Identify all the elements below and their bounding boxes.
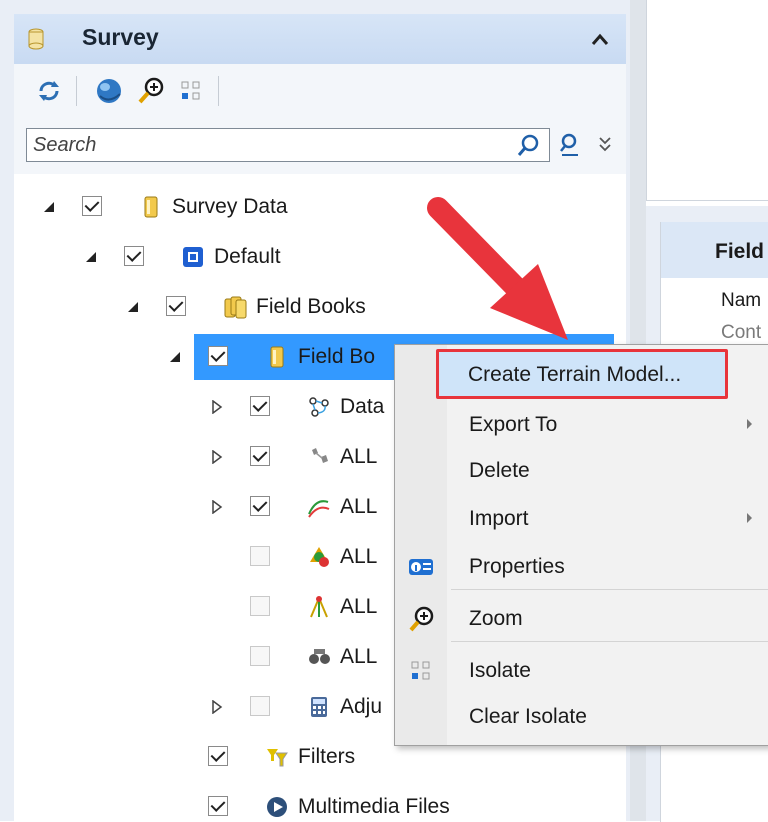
menu-item-label: Clear Isolate (469, 705, 587, 728)
expanded-triangle-icon[interactable] (42, 200, 56, 214)
tree-node-checkbox[interactable] (250, 396, 270, 416)
collapsed-triangle-icon[interactable] (210, 450, 224, 464)
tree-node-checkbox[interactable] (250, 646, 270, 666)
expanded-triangle-icon[interactable] (126, 300, 140, 314)
context-menu: Create Terrain Model... Export To Delete Im… (394, 344, 768, 746)
tree-node-label: Field Books (256, 295, 366, 318)
globe-icon[interactable] (92, 74, 126, 108)
refresh-icon[interactable] (32, 74, 66, 108)
submenu-arrow-icon (747, 513, 752, 523)
filters-icon (267, 749, 288, 767)
double-chevron-down-icon[interactable] (596, 134, 614, 154)
submenu-arrow-icon (747, 419, 752, 429)
menu-item[interactable]: Zoom (397, 597, 768, 641)
tree-node[interactable]: Multimedia Files (14, 784, 626, 821)
search-options-icon[interactable] (556, 132, 582, 158)
tree-node-checkbox[interactable] (250, 446, 270, 466)
linear-features-icon (308, 500, 330, 518)
zoom-icon (409, 606, 434, 632)
tree-node-label: ALL (340, 545, 378, 568)
search-row (14, 120, 626, 174)
menu-item-label: Import (469, 507, 529, 530)
menu-item-label: Properties (469, 555, 565, 578)
tree-node-label: Filters (298, 745, 356, 768)
menu-item[interactable]: Isolate (397, 649, 768, 693)
tree-node-checkbox[interactable] (124, 246, 144, 266)
toolbar-separator (76, 76, 77, 106)
annotation-arrow (427, 197, 568, 340)
toolbar (14, 64, 626, 121)
tree-node-label: ALL (340, 495, 378, 518)
tree-node-label: Data (340, 395, 385, 418)
control-icon (310, 547, 329, 567)
collapse-panel-icon[interactable] (590, 30, 610, 48)
tree-node-checkbox[interactable] (208, 746, 228, 766)
menu-item[interactable]: Import (397, 497, 768, 541)
zoom-in-icon[interactable] (134, 74, 168, 108)
menu-item-label: Isolate (469, 659, 531, 682)
setups-icon (310, 596, 328, 618)
menu-item[interactable]: Clear Isolate (397, 695, 768, 739)
observations-icon (309, 649, 330, 664)
survey-data-icon (144, 196, 158, 218)
tree-node-checkbox[interactable] (250, 696, 270, 716)
properties-header[interactable]: Field (661, 222, 768, 278)
tree-node-label: ALL (340, 445, 378, 468)
search-input[interactable] (26, 128, 550, 162)
adjustment-icon (311, 697, 327, 717)
properties-title: Field (715, 240, 765, 263)
menu-item-label: Delete (469, 459, 530, 482)
panel-title: Survey (82, 24, 159, 50)
tree-node-checkbox[interactable] (166, 296, 186, 316)
toolbar-separator (218, 76, 219, 106)
search-icon[interactable] (516, 133, 540, 157)
highlighted-menu-label[interactable]: Create Terrain Model... (468, 363, 681, 387)
field-book-icon (270, 346, 284, 368)
tree-node-checkbox[interactable] (250, 596, 270, 616)
tree-node-label: Adju (340, 695, 383, 718)
tree-node-label: Default (214, 245, 281, 268)
multimedia-icon (267, 797, 287, 817)
highlight-box: Create Terrain Model... (436, 349, 728, 399)
panel-header[interactable]: Survey (14, 14, 626, 64)
tree-node-checkbox[interactable] (82, 196, 102, 216)
isolate-icon (411, 661, 430, 680)
points-icon (312, 448, 328, 463)
tree-node-label: Field Bo (298, 345, 376, 368)
field-books-icon (224, 296, 247, 319)
collapsed-triangle-icon[interactable] (210, 400, 224, 414)
menu-item[interactable]: Properties (397, 545, 768, 589)
tree-node-checkbox[interactable] (208, 346, 228, 366)
menu-item[interactable]: Export To (397, 403, 768, 447)
tree-node-label: ALL (340, 595, 378, 618)
tree-node-label: Multimedia Files (298, 795, 450, 818)
tree-node-label: ALL (340, 645, 378, 668)
menu-item[interactable]: Delete (397, 449, 768, 493)
properties-icon (409, 559, 433, 575)
menu-separator (451, 641, 768, 642)
tree-node-checkbox[interactable] (250, 496, 270, 516)
tree-node-checkbox[interactable] (250, 546, 270, 566)
property-content-label: Cont (721, 322, 762, 343)
survey-database-icon (28, 28, 44, 50)
view-area (646, 0, 768, 201)
menu-separator (451, 589, 768, 590)
expanded-triangle-icon[interactable] (168, 350, 182, 364)
data-icon (309, 397, 329, 417)
tree-node-label: Survey Data (172, 195, 288, 218)
default-project-icon (183, 247, 203, 267)
collapsed-triangle-icon[interactable] (210, 700, 224, 714)
expanded-triangle-icon[interactable] (84, 250, 98, 264)
menu-item-label: Zoom (469, 607, 523, 630)
property-name-label: Nam (721, 290, 762, 311)
isolate-toolbar-icon[interactable] (174, 74, 208, 108)
menu-item-label: Export To (469, 413, 558, 436)
collapsed-triangle-icon[interactable] (210, 500, 224, 514)
tree-node-checkbox[interactable] (208, 796, 228, 816)
